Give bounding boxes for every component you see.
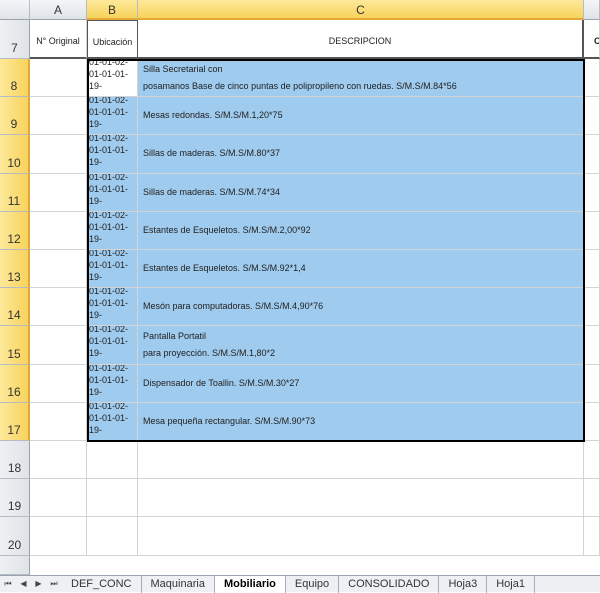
cell-descripcion[interactable]: Mesas redondas. S/M.S/M.1,20*75	[138, 97, 584, 136]
ubicacion-text: 01-01-02- 01-01-01- 19-	[89, 364, 129, 397]
sheet-nav: ⏮ ◀ ▶ ⏭	[0, 579, 62, 589]
cell-ubicacion[interactable]: 01-01-02- 01-01-01- 19-	[87, 364, 138, 403]
cell-d[interactable]	[584, 364, 600, 403]
sheet-tab-consolidado[interactable]: CONSOLIDADO	[339, 575, 440, 593]
cell-d[interactable]	[584, 402, 600, 441]
cell-empty[interactable]	[584, 517, 600, 556]
column-header-d[interactable]	[584, 0, 600, 20]
cell-descripcion[interactable]: Silla Secretarial con posamanos Base de …	[138, 59, 584, 98]
row-header-12[interactable]: 12	[0, 211, 30, 250]
cell-descripcion[interactable]: Pantalla Portatil para proyección. S/M.S…	[138, 326, 584, 365]
ubicacion-text: 01-01-02- 01-01-01- 19-	[89, 250, 129, 282]
row-header-9[interactable]: 9	[0, 97, 30, 136]
cell-ubicacion[interactable]: 01-01-02- 01-01-01- 19-	[87, 59, 138, 98]
header-n-original[interactable]: N° Original	[30, 20, 87, 59]
cell-n-original[interactable]	[30, 326, 87, 365]
cell-descripcion[interactable]: Sillas de maderas. S/M.S/M.80*37	[138, 135, 584, 174]
cell-descripcion[interactable]: Dispensador de Toallin. S/M.S/M.30*27	[138, 364, 584, 403]
next-sheet-icon[interactable]: ▶	[35, 579, 41, 589]
row-header-8[interactable]: 8	[0, 59, 30, 98]
cell-d[interactable]	[584, 288, 600, 327]
cell-n-original[interactable]	[30, 59, 87, 98]
row-header-14[interactable]: 14	[0, 288, 30, 327]
row-header-20[interactable]: 20	[0, 517, 30, 556]
ubicacion-text: 01-01-02- 01-01-01- 19-	[89, 402, 129, 435]
cell-empty[interactable]	[30, 479, 87, 518]
cell-ubicacion[interactable]: 01-01-02- 01-01-01- 19-	[87, 135, 138, 174]
cell-d[interactable]	[584, 173, 600, 212]
row-header-partial[interactable]	[0, 555, 30, 575]
sheet-tab-mobiliario[interactable]: Mobiliario	[214, 575, 286, 593]
sheet-tab-equipo[interactable]: Equipo	[286, 575, 340, 593]
cell-empty[interactable]	[584, 479, 600, 518]
cell-empty[interactable]	[584, 441, 600, 480]
sheet-tab-hoja3[interactable]: Hoja3	[439, 575, 488, 593]
row-header-15[interactable]: 15	[0, 326, 30, 365]
cell-empty[interactable]	[138, 479, 584, 518]
cell-d[interactable]	[584, 59, 600, 98]
ubicacion-text: 01-01-02- 01-01-01- 19-	[89, 59, 129, 91]
row-header-7[interactable]: 7	[0, 20, 30, 59]
cell-empty[interactable]	[138, 517, 584, 556]
cell-ubicacion[interactable]: 01-01-02- 01-01-01- 19-	[87, 97, 138, 136]
cell-empty[interactable]	[87, 441, 138, 480]
ubicacion-text: 01-01-02- 01-01-01- 19-	[89, 173, 129, 206]
cell-empty[interactable]	[30, 441, 87, 480]
sheet-tab-hoja1[interactable]: Hoja1	[487, 575, 535, 593]
cell-descripcion[interactable]: Mesón para computadoras. S/M.S/M.4,90*76	[138, 288, 584, 327]
cell-d[interactable]	[584, 211, 600, 250]
cell-d[interactable]	[584, 97, 600, 136]
row-header-18[interactable]: 18	[0, 441, 30, 480]
column-header-c[interactable]: C	[138, 0, 584, 20]
header-descripcion[interactable]: DESCRIPCION	[138, 20, 584, 59]
row-header-17[interactable]: 17	[0, 402, 30, 441]
cell-d[interactable]	[584, 250, 600, 289]
cell-empty[interactable]	[30, 517, 87, 556]
cell-ubicacion[interactable]: 01-01-02- 01-01-01- 19-	[87, 326, 138, 365]
row-header-11[interactable]: 11	[0, 173, 30, 212]
column-header-a[interactable]: A	[30, 0, 87, 20]
cell-empty[interactable]	[138, 441, 584, 480]
sheet-tab-maquinaria[interactable]: Maquinaria	[142, 575, 215, 593]
cell-empty[interactable]	[87, 479, 138, 518]
row-header-16[interactable]: 16	[0, 364, 30, 403]
sheet-tab-bar: ⏮ ◀ ▶ ⏭ DEF_CONC Maquinaria Mobiliario Equi…	[0, 575, 600, 593]
sheet-tab-def-conc[interactable]: DEF_CONC	[62, 575, 142, 593]
cell-ubicacion[interactable]: 01-01-02- 01-01-01- 19-	[87, 250, 138, 289]
cell-n-original[interactable]	[30, 97, 87, 136]
header-ubicacion[interactable]: Ubicación	[87, 20, 138, 59]
cell-ubicacion[interactable]: 01-01-02- 01-01-01- 19-	[87, 288, 138, 327]
last-sheet-icon[interactable]: ⏭	[50, 579, 57, 589]
cell-empty[interactable]	[87, 517, 138, 556]
cell-n-original[interactable]	[30, 364, 87, 403]
ubicacion-text: 01-01-02- 01-01-01- 19-	[89, 97, 129, 130]
cell-n-original[interactable]	[30, 402, 87, 441]
header-d-partial[interactable]: C	[584, 20, 600, 59]
prev-sheet-icon[interactable]: ◀	[20, 579, 26, 589]
cell-descripcion[interactable]: Sillas de maderas. S/M.S/M.74*34	[138, 173, 584, 212]
cell-ubicacion[interactable]: 01-01-02- 01-01-01- 19-	[87, 173, 138, 212]
cell-descripcion[interactable]: Estantes de Esqueletos. S/M.S/M.92*1,4	[138, 250, 584, 289]
row-header-10[interactable]: 10	[0, 135, 30, 174]
cell-descripcion[interactable]: Mesa pequeña rectangular. S/M.S/M.90*73	[138, 402, 584, 441]
ubicacion-text: 01-01-02- 01-01-01- 19-	[89, 135, 129, 168]
ubicacion-text: 01-01-02- 01-01-01- 19-	[89, 211, 129, 244]
ubicacion-text: 01-01-02- 01-01-01- 19-	[89, 288, 129, 321]
cell-n-original[interactable]	[30, 250, 87, 289]
cell-descripcion[interactable]: Estantes de Esqueletos. S/M.S/M.2,00*92	[138, 211, 584, 250]
cell-d[interactable]	[584, 326, 600, 365]
column-header-b[interactable]: B	[87, 0, 138, 20]
row-header-13[interactable]: 13	[0, 250, 30, 289]
ubicacion-text: 01-01-02- 01-01-01- 19-	[89, 326, 129, 359]
cell-n-original[interactable]	[30, 173, 87, 212]
first-sheet-icon[interactable]: ⏮	[4, 579, 11, 589]
row-header-19[interactable]: 19	[0, 479, 30, 518]
cell-n-original[interactable]	[30, 135, 87, 174]
cell-n-original[interactable]	[30, 211, 87, 250]
cell-ubicacion[interactable]: 01-01-02- 01-01-01- 19-	[87, 211, 138, 250]
cell-d[interactable]	[584, 135, 600, 174]
cell-ubicacion[interactable]: 01-01-02- 01-01-01- 19-	[87, 402, 138, 441]
select-all-corner[interactable]	[0, 0, 30, 20]
cell-n-original[interactable]	[30, 288, 87, 327]
